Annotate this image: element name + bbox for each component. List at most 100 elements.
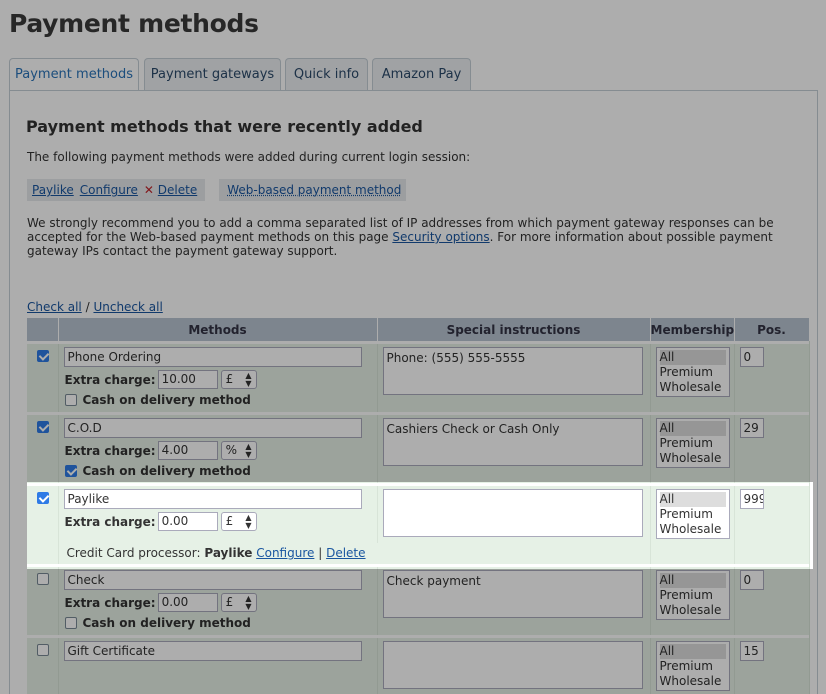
- membership-option[interactable]: Wholesale: [660, 380, 726, 395]
- charge-unit-value: £: [225, 514, 234, 528]
- row-checkbox[interactable]: [37, 421, 49, 433]
- position-input[interactable]: 999: [739, 489, 764, 509]
- tab-payment-gateways[interactable]: Payment gateways: [144, 58, 281, 91]
- page: Payment methods Payment methods Payment …: [0, 0, 826, 694]
- method-name-input[interactable]: Gift Certificate: [63, 641, 362, 661]
- table-row: Gift Certificate All Premium Wholesale 15: [27, 638, 810, 694]
- charge-unit-value: £: [225, 372, 234, 386]
- row-checkbox[interactable]: [37, 644, 49, 656]
- cod-checkbox[interactable]: [64, 617, 77, 629]
- divider: [205, 179, 220, 201]
- instructions-textarea[interactable]: Cashiers Check or Cash Only: [382, 418, 643, 466]
- membership-option[interactable]: All: [659, 644, 726, 659]
- header-methods: Methods: [58, 318, 378, 341]
- security-notice: We strongly recommend you to add a comma…: [27, 216, 807, 258]
- tab-amazon-pay[interactable]: Amazon Pay: [372, 58, 471, 91]
- membership-option[interactable]: All: [659, 421, 726, 436]
- membership-select[interactable]: All Premium Wholesale: [655, 641, 730, 691]
- processor-name: Paylike: [204, 546, 253, 560]
- processor-row: Credit Card processor: Paylike Configure…: [27, 543, 810, 564]
- charge-unit-select[interactable]: % ▲ ▼: [220, 441, 257, 460]
- security-options-link[interactable]: Security options: [392, 230, 489, 244]
- instructions-textarea[interactable]: [382, 641, 643, 689]
- extra-charge-label: Extra charge:: [64, 443, 156, 458]
- method-name-input[interactable]: Phone Ordering: [63, 347, 362, 367]
- intro-text: The following payment methods were added…: [27, 150, 471, 164]
- extra-charge-input[interactable]: 0.00: [157, 593, 218, 612]
- recent-delete-link[interactable]: ✕ Delete: [144, 183, 197, 197]
- position-input[interactable]: 0: [739, 570, 764, 590]
- extra-charge-label: Extra charge:: [64, 595, 156, 610]
- charge-unit-select[interactable]: £ ▲ ▼: [220, 593, 257, 612]
- membership-option[interactable]: All: [659, 573, 726, 588]
- membership-option[interactable]: Wholesale: [660, 603, 726, 618]
- membership-select[interactable]: All Premium Wholesale: [655, 489, 730, 539]
- membership-option[interactable]: Premium: [660, 588, 726, 603]
- membership-option[interactable]: Premium: [660, 365, 726, 380]
- membership-option[interactable]: Premium: [660, 507, 726, 522]
- table-row: Phone Ordering Extra charge: 10.00 £ ▲ ▼ Cas…: [27, 344, 810, 412]
- processor-delete-link[interactable]: Delete: [326, 546, 365, 560]
- check-controls: Check all / Uncheck all: [27, 300, 163, 314]
- page-title: Payment methods: [9, 9, 259, 38]
- position-input[interactable]: 29: [739, 418, 764, 438]
- method-name-input[interactable]: Check: [63, 570, 362, 590]
- processor-label: Credit Card processor:: [66, 546, 201, 560]
- table-header: Methods Special instructions Membership …: [27, 318, 810, 341]
- row-checkbox[interactable]: [37, 492, 49, 504]
- uncheck-all-link[interactable]: Uncheck all: [93, 300, 162, 314]
- header-pos: Pos.: [734, 318, 810, 341]
- recent-configure-link[interactable]: Configure: [80, 183, 138, 197]
- charge-unit-value: %: [225, 443, 237, 457]
- row-checkbox[interactable]: [37, 573, 49, 585]
- cod-label: Cash on delivery method: [82, 616, 251, 630]
- payment-methods-table: Methods Special instructions Membership …: [27, 318, 810, 694]
- updown-icon: ▲ ▼: [245, 442, 252, 459]
- recent-method-link[interactable]: Paylike: [32, 183, 74, 197]
- membership-option[interactable]: All: [659, 350, 726, 365]
- method-name-input[interactable]: C.O.D: [63, 418, 362, 438]
- header-select: [27, 318, 59, 341]
- instructions-textarea[interactable]: [382, 489, 643, 537]
- cod-checkbox[interactable]: [64, 394, 77, 406]
- processor-configure-link[interactable]: Configure: [256, 546, 314, 560]
- section-title: Payment methods that were recently added: [26, 117, 423, 136]
- charge-unit-select[interactable]: £ ▲ ▼: [220, 512, 257, 531]
- membership-option[interactable]: Wholesale: [660, 522, 726, 537]
- extra-charge-input[interactable]: 0.00: [157, 512, 218, 531]
- position-input[interactable]: 15: [739, 641, 764, 661]
- table-row-paylike: Paylike Extra charge: 0.00 £ ▲ ▼ All Premium W…: [27, 486, 810, 543]
- position-input[interactable]: 0: [739, 347, 764, 367]
- tab-quick-info[interactable]: Quick info: [285, 58, 368, 91]
- membership-select[interactable]: All Premium Wholesale: [655, 570, 730, 620]
- membership-option[interactable]: Wholesale: [660, 451, 726, 466]
- updown-icon: ▲ ▼: [245, 371, 252, 388]
- slash: /: [85, 300, 90, 314]
- extra-charge-input[interactable]: 4.00: [157, 441, 218, 460]
- membership-select[interactable]: All Premium Wholesale: [655, 418, 730, 468]
- table-row: C.O.D Extra charge: 4.00% ▲ ▼ Cash on deliv…: [27, 415, 810, 483]
- row-checkbox[interactable]: [37, 350, 49, 362]
- header-instructions: Special instructions: [377, 318, 651, 341]
- instructions-textarea[interactable]: Phone: (555) 555-5555: [382, 347, 643, 395]
- extra-charge-label: Extra charge:: [64, 514, 156, 529]
- table-row: Check Extra charge: 0.00 £ ▲ ▼ Cash on deliv…: [27, 567, 810, 635]
- membership-option[interactable]: Wholesale: [660, 674, 726, 689]
- method-name-input[interactable]: Paylike: [63, 489, 362, 509]
- membership-option[interactable]: Premium: [660, 436, 726, 451]
- header-membership: Membership: [650, 318, 735, 341]
- membership-select[interactable]: All Premium Wholesale: [655, 347, 730, 397]
- check-all-link[interactable]: Check all: [27, 300, 82, 314]
- membership-option[interactable]: Premium: [660, 659, 726, 674]
- recent-delete-label[interactable]: Delete: [158, 183, 197, 197]
- membership-option[interactable]: All: [659, 492, 726, 507]
- extra-charge-input[interactable]: 10.00: [157, 370, 218, 389]
- charge-unit-select[interactable]: £ ▲ ▼: [220, 370, 257, 389]
- updown-icon: ▲ ▼: [245, 594, 252, 611]
- delete-x-icon: ✕: [143, 183, 154, 197]
- extra-charge-label: Extra charge:: [64, 372, 156, 387]
- recent-method-type: Web-based payment method: [227, 183, 402, 197]
- instructions-textarea[interactable]: Check payment: [382, 570, 643, 618]
- tab-payment-methods[interactable]: Payment methods: [9, 58, 139, 92]
- cod-checkbox[interactable]: [64, 465, 77, 477]
